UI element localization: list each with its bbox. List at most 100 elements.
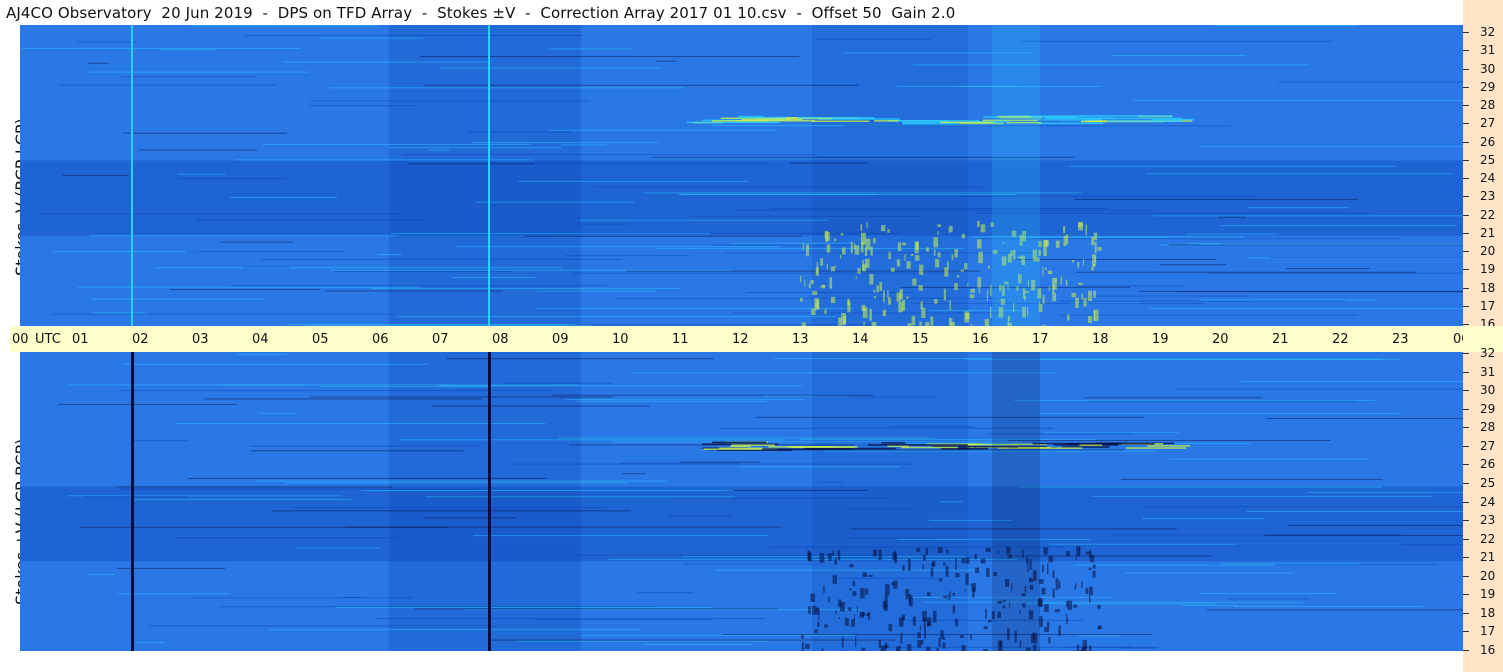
storm-pixel <box>965 557 970 564</box>
storm-pixel <box>1071 260 1075 263</box>
streak <box>397 316 836 318</box>
streak <box>439 67 662 69</box>
storm-pixel <box>1080 648 1085 651</box>
y-tick-mark <box>1463 324 1469 325</box>
storm-pixel <box>860 242 864 253</box>
storm-pixel <box>820 258 824 266</box>
streak <box>608 558 1019 560</box>
streak <box>1206 609 1463 611</box>
streak <box>1012 259 1216 261</box>
streak <box>187 477 547 479</box>
y-tick-label: 20 <box>1480 568 1496 583</box>
streak <box>321 37 424 39</box>
storm-pixel <box>952 605 956 614</box>
streak <box>632 372 1055 374</box>
streak-27mhz <box>797 117 875 119</box>
streak-27mhz <box>737 116 787 119</box>
streak <box>790 162 868 164</box>
y-tick-label: 26 <box>1480 134 1496 149</box>
streak <box>621 473 646 475</box>
storm-pixel <box>906 261 911 269</box>
storm-pixel <box>926 592 931 597</box>
streak <box>89 235 398 237</box>
storm-pixel <box>922 554 926 561</box>
y-tick-label: 19 <box>1480 262 1496 277</box>
storm-pixel <box>852 580 856 587</box>
storm-pixel <box>984 318 990 326</box>
streak <box>548 129 778 131</box>
y-tick-label: 27 <box>1480 116 1496 131</box>
streak <box>122 132 287 134</box>
y-tick-mark <box>1463 520 1469 522</box>
streak <box>612 441 1023 443</box>
y-tick-label: 21 <box>1480 550 1496 565</box>
storm-pixel <box>1083 298 1087 307</box>
streak <box>577 223 629 225</box>
streak <box>1074 198 1358 200</box>
streak <box>473 535 769 537</box>
storm-pixel <box>918 285 923 291</box>
y-tick-label: 21 <box>1480 225 1496 240</box>
storm-pixel <box>1081 581 1083 588</box>
storm-pixel <box>917 632 921 638</box>
y-tick-label: 30 <box>1480 61 1496 76</box>
streak <box>148 625 496 627</box>
storm-pixel <box>1089 595 1091 604</box>
storm-pixel <box>930 567 934 577</box>
streak <box>1186 242 1223 244</box>
streak <box>244 34 582 36</box>
x-tick-label: 11 <box>672 332 689 347</box>
streak <box>1278 81 1463 83</box>
x-tick-label: 02 <box>132 332 149 347</box>
storm-pixel <box>1076 546 1081 557</box>
streak <box>722 633 1152 635</box>
mid-band <box>20 160 1463 236</box>
storm-pixel <box>854 245 860 255</box>
y-tick-label: 31 <box>1480 43 1496 58</box>
spectrogram-panel-stokes-plus-v <box>20 352 1463 651</box>
storm-pixel <box>834 558 837 565</box>
storm-pixel <box>912 616 916 626</box>
storm-pixel <box>1055 240 1060 248</box>
y-tick-mark <box>1463 178 1469 179</box>
storm-pixel <box>840 601 845 612</box>
streak <box>1075 271 1416 273</box>
storm-pixel <box>964 263 968 270</box>
y-tick-label: 28 <box>1480 420 1496 435</box>
storm-pixel <box>977 220 980 228</box>
streak <box>1199 299 1376 301</box>
storm-pixel <box>1052 292 1057 302</box>
storm-pixel <box>1097 604 1101 609</box>
streak <box>1152 215 1463 217</box>
storm-pixel <box>1089 586 1093 596</box>
storm-pixel <box>893 580 898 589</box>
streak <box>88 71 309 73</box>
y-tick-mark <box>1463 408 1469 410</box>
storm-pixel <box>804 279 806 287</box>
storm-pixel <box>927 620 930 627</box>
storm-pixel <box>1073 604 1078 608</box>
streak <box>1264 535 1463 537</box>
streak <box>1145 173 1454 175</box>
streak <box>319 386 492 388</box>
streak <box>844 508 916 510</box>
x-tick-label: 22 <box>1332 332 1349 347</box>
streak <box>77 41 137 43</box>
streak <box>1220 224 1457 226</box>
y-tick-label: 28 <box>1480 98 1496 112</box>
storm-pixel <box>1066 613 1068 617</box>
x-tick-label: 17 <box>1032 332 1049 347</box>
streak <box>849 537 935 539</box>
storm-pixel <box>1041 587 1046 595</box>
storm-pixel <box>905 296 909 299</box>
storm-pixel <box>898 301 904 313</box>
streak <box>756 416 1144 418</box>
streak <box>1060 314 1359 316</box>
storm-pixel <box>828 596 830 603</box>
y-tick-mark <box>1463 575 1469 577</box>
storm-pixel <box>1093 290 1097 298</box>
storm-pixel <box>949 225 953 233</box>
streak <box>423 517 517 519</box>
storm-pixel <box>924 627 927 640</box>
storm-pixel <box>812 291 818 296</box>
